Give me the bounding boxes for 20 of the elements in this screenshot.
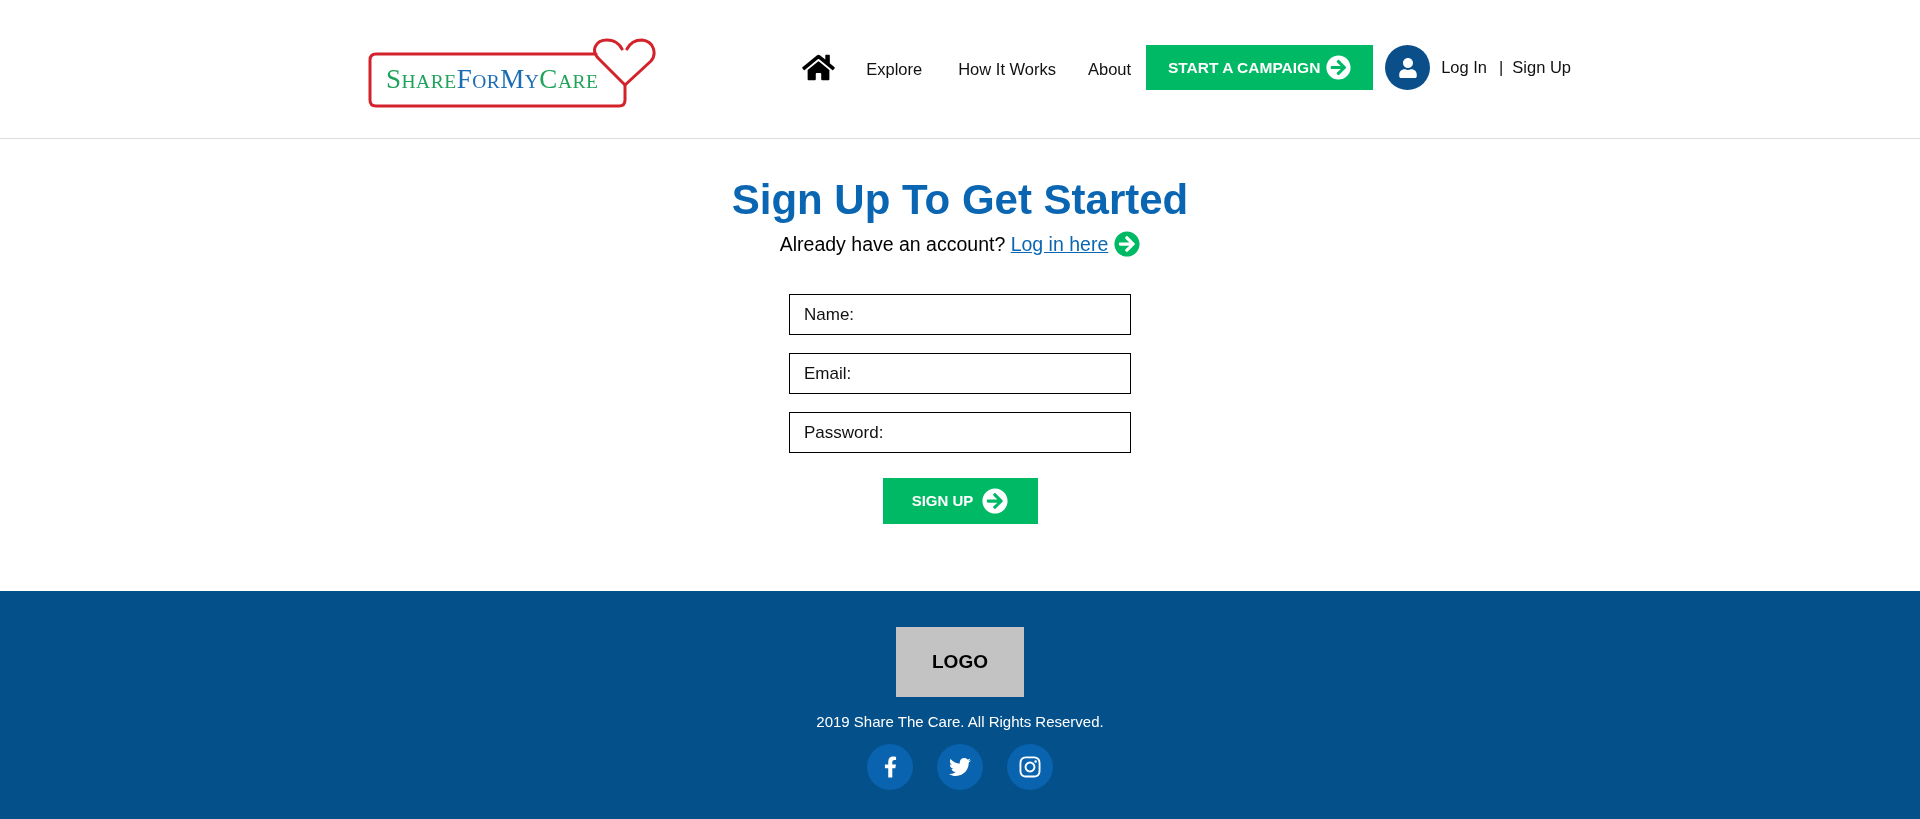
user-avatar-icon xyxy=(1385,45,1431,90)
instagram-icon[interactable] xyxy=(1007,744,1053,790)
nav-link[interactable]: How It Works xyxy=(958,56,1056,82)
link-separator: | xyxy=(1499,56,1504,78)
twitter-icon[interactable] xyxy=(937,744,983,790)
home-icon[interactable] xyxy=(802,53,836,82)
nav-signup-link[interactable]: Sign Up xyxy=(1512,54,1571,80)
footer-logo: LOGO xyxy=(896,627,1024,697)
password-field[interactable]: Password: xyxy=(789,412,1131,453)
logo-text: SHAREFORMYCARE xyxy=(386,66,599,95)
email-field[interactable]: Email: xyxy=(789,353,1131,394)
site-logo[interactable]: SHAREFORMYCARE xyxy=(367,37,657,109)
login-prompt: Already have an account? Log in here xyxy=(779,232,1109,256)
name-field[interactable]: Name: xyxy=(789,294,1131,335)
login-here-link[interactable]: Log in here xyxy=(1010,233,1109,255)
nav-link[interactable]: About xyxy=(1088,56,1132,82)
facebook-icon[interactable] xyxy=(867,744,913,790)
nav-link[interactable]: Explore xyxy=(866,56,923,82)
nav-login-link[interactable]: Log In xyxy=(1441,54,1487,80)
copyright-text: 2019 Share The Care. All Rights Reserved. xyxy=(816,712,1104,732)
